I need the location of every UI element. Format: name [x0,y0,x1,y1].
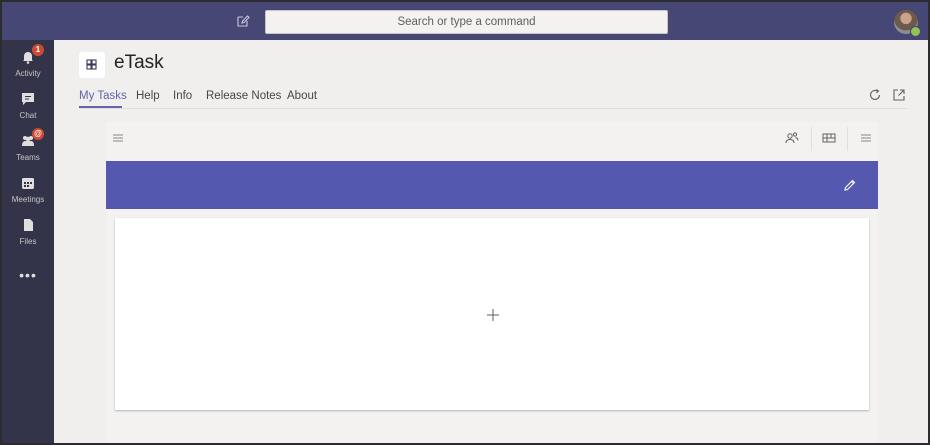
file-icon [24,219,33,231]
pop-out-icon[interactable] [892,88,906,102]
toolbar-separator [847,127,848,151]
app-title: eTask [114,52,164,73]
tab-release-notes[interactable]: Release Notes [206,90,281,102]
rail-item-meetings[interactable]: Meetings [2,176,54,216]
chat-icon [22,93,34,105]
teams-mention-badge: @ [32,128,44,140]
rail-item-label: Files [19,237,37,246]
add-icon[interactable] [486,308,500,322]
people-icon[interactable] [785,131,799,145]
edit-icon[interactable] [843,178,857,192]
compose-icon[interactable] [236,14,250,28]
more-apps-button[interactable]: ••• [2,267,54,283]
app-window: Search or type a command 1 Activity Chat [2,2,928,443]
hamburger-menu-icon[interactable] [111,131,125,145]
toolbar-separator [811,127,812,151]
tab-about[interactable]: About [287,90,317,102]
refresh-icon[interactable] [868,88,882,102]
rail-item-label: Teams [16,153,40,162]
rail-item-label: Meetings [11,195,45,204]
app-rail: 1 Activity Chat @ Teams Meetings Files •… [2,40,54,443]
tab-help[interactable]: Help [136,90,160,102]
calendar-icon [22,178,34,189]
tab-my-tasks[interactable]: My Tasks [79,90,127,102]
top-bar: Search or type a command [2,2,928,40]
tab-info[interactable]: Info [173,90,192,102]
rail-item-label: Chat [19,111,37,120]
app-icon [79,52,105,78]
rail-item-label: Activity [15,69,41,78]
search-input[interactable]: Search or type a command [265,10,668,34]
etask-logo-icon [86,59,97,70]
board-header-banner [106,161,878,209]
tab-divider [79,108,907,109]
list-menu-icon[interactable] [859,131,873,145]
presence-status-icon [910,26,921,37]
rail-item-chat[interactable]: Chat [2,92,54,132]
rail-item-files[interactable]: Files [2,218,54,258]
rail-item-activity[interactable]: 1 Activity [2,44,54,90]
rail-item-teams[interactable]: @ Teams [2,128,54,174]
board-view-icon[interactable] [822,131,836,145]
activity-badge: 1 [32,44,44,56]
